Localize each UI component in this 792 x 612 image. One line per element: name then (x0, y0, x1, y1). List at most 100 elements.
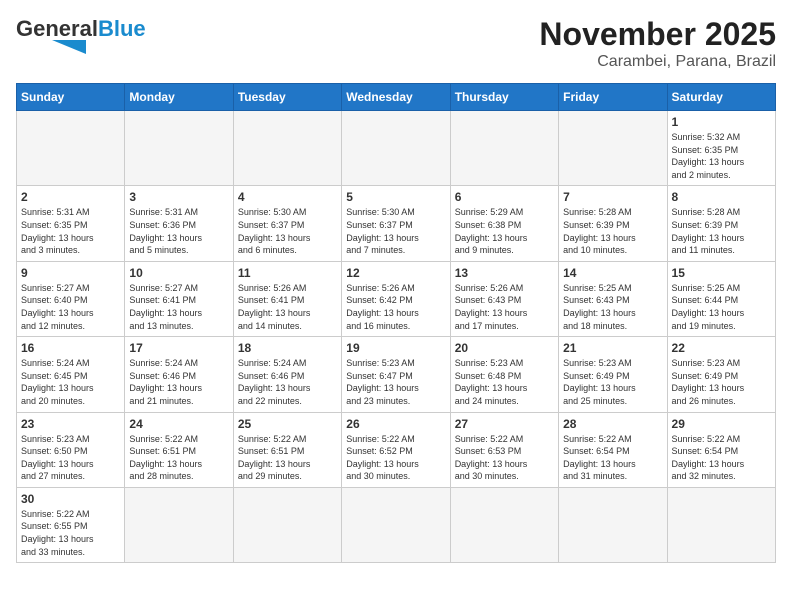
day-info: Sunrise: 5:22 AM Sunset: 6:53 PM Dayligh… (455, 433, 554, 483)
day-number: 3 (129, 190, 228, 204)
day-number: 21 (563, 341, 662, 355)
page-subtitle: Carambei, Parana, Brazil (539, 53, 776, 71)
day-info: Sunrise: 5:28 AM Sunset: 6:39 PM Dayligh… (563, 206, 662, 256)
calendar-cell (342, 111, 450, 186)
day-number: 6 (455, 190, 554, 204)
day-number: 26 (346, 417, 445, 431)
calendar-cell: 3 Sunrise: 5:31 AM Sunset: 6:36 PM Daylig… (125, 186, 233, 261)
calendar-week-row: 2Sunrise: 5:31 AM Sunset: 6:35 PM Daylig… (17, 186, 776, 261)
calendar-cell: 13 Sunrise: 5:26 AM Sunset: 6:43 PM Dayli… (450, 261, 558, 336)
day-info: Sunrise: 5:30 AM Sunset: 6:37 PM Dayligh… (346, 206, 445, 256)
day-number: 17 (129, 341, 228, 355)
day-info: Sunrise: 5:24 AM Sunset: 6:46 PM Dayligh… (129, 357, 228, 407)
day-number: 19 (346, 341, 445, 355)
calendar-cell: 9 Sunrise: 5:27 AM Sunset: 6:40 PM Daylig… (17, 261, 125, 336)
day-info: Sunrise: 5:22 AM Sunset: 6:55 PM Dayligh… (21, 508, 120, 558)
calendar-cell: 27 Sunrise: 5:22 AM Sunset: 6:53 PM Dayli… (450, 412, 558, 487)
calendar-week-row: 30 Sunrise: 5:22 AM Sunset: 6:55 PM Dayli… (17, 487, 776, 562)
day-number: 23 (21, 417, 120, 431)
weekday-header-sunday: Sunday (17, 84, 125, 111)
day-info: Sunrise: 5:25 AM Sunset: 6:44 PM Dayligh… (672, 282, 771, 332)
day-number: 20 (455, 341, 554, 355)
calendar-cell: 19 Sunrise: 5:23 AM Sunset: 6:47 PM Dayli… (342, 337, 450, 412)
day-number: 24 (129, 417, 228, 431)
logo-text-blue: Blue (98, 16, 146, 42)
day-number: 25 (238, 417, 337, 431)
day-number: 27 (455, 417, 554, 431)
day-number: 18 (238, 341, 337, 355)
day-number: 4 (238, 190, 337, 204)
day-info: Sunrise: 5:22 AM Sunset: 6:54 PM Dayligh… (563, 433, 662, 483)
weekday-header-wednesday: Wednesday (342, 84, 450, 111)
calendar-cell (667, 487, 775, 562)
day-info: Sunrise: 5:26 AM Sunset: 6:42 PM Dayligh… (346, 282, 445, 332)
day-number: 28 (563, 417, 662, 431)
calendar-cell (559, 487, 667, 562)
day-number: 5 (346, 190, 445, 204)
day-number: 8 (672, 190, 771, 204)
day-number: 16 (21, 341, 120, 355)
day-info: Sunrise: 5:23 AM Sunset: 6:47 PM Dayligh… (346, 357, 445, 407)
calendar-table: SundayMondayTuesdayWednesdayThursdayFrid… (16, 83, 776, 563)
day-number: 29 (672, 417, 771, 431)
calendar-cell: 8Sunrise: 5:28 AM Sunset: 6:39 PM Daylig… (667, 186, 775, 261)
weekday-header-thursday: Thursday (450, 84, 558, 111)
day-info: Sunrise: 5:25 AM Sunset: 6:43 PM Dayligh… (563, 282, 662, 332)
calendar-cell: 30 Sunrise: 5:22 AM Sunset: 6:55 PM Dayli… (17, 487, 125, 562)
calendar-cell: 29 Sunrise: 5:22 AM Sunset: 6:54 PM Dayli… (667, 412, 775, 487)
day-number: 10 (129, 266, 228, 280)
page-title: November 2025 (539, 16, 776, 53)
weekday-header-tuesday: Tuesday (233, 84, 341, 111)
calendar-cell: 25Sunrise: 5:22 AM Sunset: 6:51 PM Dayli… (233, 412, 341, 487)
day-number: 13 (455, 266, 554, 280)
day-info: Sunrise: 5:31 AM Sunset: 6:35 PM Dayligh… (21, 206, 120, 256)
weekday-header-saturday: Saturday (667, 84, 775, 111)
calendar-cell: 22 Sunrise: 5:23 AM Sunset: 6:49 PM Dayli… (667, 337, 775, 412)
day-info: Sunrise: 5:32 AM Sunset: 6:35 PM Dayligh… (672, 131, 771, 181)
calendar-cell (559, 111, 667, 186)
calendar-cell (233, 487, 341, 562)
calendar-cell: 26 Sunrise: 5:22 AM Sunset: 6:52 PM Dayli… (342, 412, 450, 487)
calendar-cell: 2Sunrise: 5:31 AM Sunset: 6:35 PM Daylig… (17, 186, 125, 261)
day-number: 1 (672, 115, 771, 129)
calendar-cell: 21 Sunrise: 5:23 AM Sunset: 6:49 PM Dayli… (559, 337, 667, 412)
day-number: 22 (672, 341, 771, 355)
day-number: 9 (21, 266, 120, 280)
day-info: Sunrise: 5:23 AM Sunset: 6:48 PM Dayligh… (455, 357, 554, 407)
day-info: Sunrise: 5:23 AM Sunset: 6:49 PM Dayligh… (672, 357, 771, 407)
day-number: 12 (346, 266, 445, 280)
day-info: Sunrise: 5:27 AM Sunset: 6:40 PM Dayligh… (21, 282, 120, 332)
day-info: Sunrise: 5:26 AM Sunset: 6:41 PM Dayligh… (238, 282, 337, 332)
calendar-cell: 10 Sunrise: 5:27 AM Sunset: 6:41 PM Dayli… (125, 261, 233, 336)
day-info: Sunrise: 5:22 AM Sunset: 6:54 PM Dayligh… (672, 433, 771, 483)
calendar-cell (342, 487, 450, 562)
day-info: Sunrise: 5:30 AM Sunset: 6:37 PM Dayligh… (238, 206, 337, 256)
calendar-week-row: 23 Sunrise: 5:23 AM Sunset: 6:50 PM Dayli… (17, 412, 776, 487)
calendar-cell: 5 Sunrise: 5:30 AM Sunset: 6:37 PM Daylig… (342, 186, 450, 261)
calendar-cell: 1 Sunrise: 5:32 AM Sunset: 6:35 PM Daylig… (667, 111, 775, 186)
calendar-cell (125, 111, 233, 186)
day-info: Sunrise: 5:23 AM Sunset: 6:49 PM Dayligh… (563, 357, 662, 407)
day-info: Sunrise: 5:22 AM Sunset: 6:52 PM Dayligh… (346, 433, 445, 483)
weekday-header-monday: Monday (125, 84, 233, 111)
day-info: Sunrise: 5:27 AM Sunset: 6:41 PM Dayligh… (129, 282, 228, 332)
day-number: 11 (238, 266, 337, 280)
page-header: General Blue November 2025 Carambei, Par… (16, 16, 776, 71)
weekday-header-friday: Friday (559, 84, 667, 111)
day-info: Sunrise: 5:24 AM Sunset: 6:45 PM Dayligh… (21, 357, 120, 407)
day-info: Sunrise: 5:23 AM Sunset: 6:50 PM Dayligh… (21, 433, 120, 483)
day-number: 15 (672, 266, 771, 280)
calendar-cell: 16 Sunrise: 5:24 AM Sunset: 6:45 PM Dayli… (17, 337, 125, 412)
calendar-cell (125, 487, 233, 562)
calendar-cell: 24 Sunrise: 5:22 AM Sunset: 6:51 PM Dayli… (125, 412, 233, 487)
day-info: Sunrise: 5:26 AM Sunset: 6:43 PM Dayligh… (455, 282, 554, 332)
calendar-week-row: 9 Sunrise: 5:27 AM Sunset: 6:40 PM Daylig… (17, 261, 776, 336)
calendar-cell (450, 111, 558, 186)
day-number: 30 (21, 492, 120, 506)
day-info: Sunrise: 5:22 AM Sunset: 6:51 PM Dayligh… (129, 433, 228, 483)
calendar-cell: 11 Sunrise: 5:26 AM Sunset: 6:41 PM Dayli… (233, 261, 341, 336)
calendar-cell: 15 Sunrise: 5:25 AM Sunset: 6:44 PM Dayli… (667, 261, 775, 336)
calendar-cell: 17 Sunrise: 5:24 AM Sunset: 6:46 PM Dayli… (125, 337, 233, 412)
calendar-week-row: 1 Sunrise: 5:32 AM Sunset: 6:35 PM Daylig… (17, 111, 776, 186)
day-info: Sunrise: 5:31 AM Sunset: 6:36 PM Dayligh… (129, 206, 228, 256)
